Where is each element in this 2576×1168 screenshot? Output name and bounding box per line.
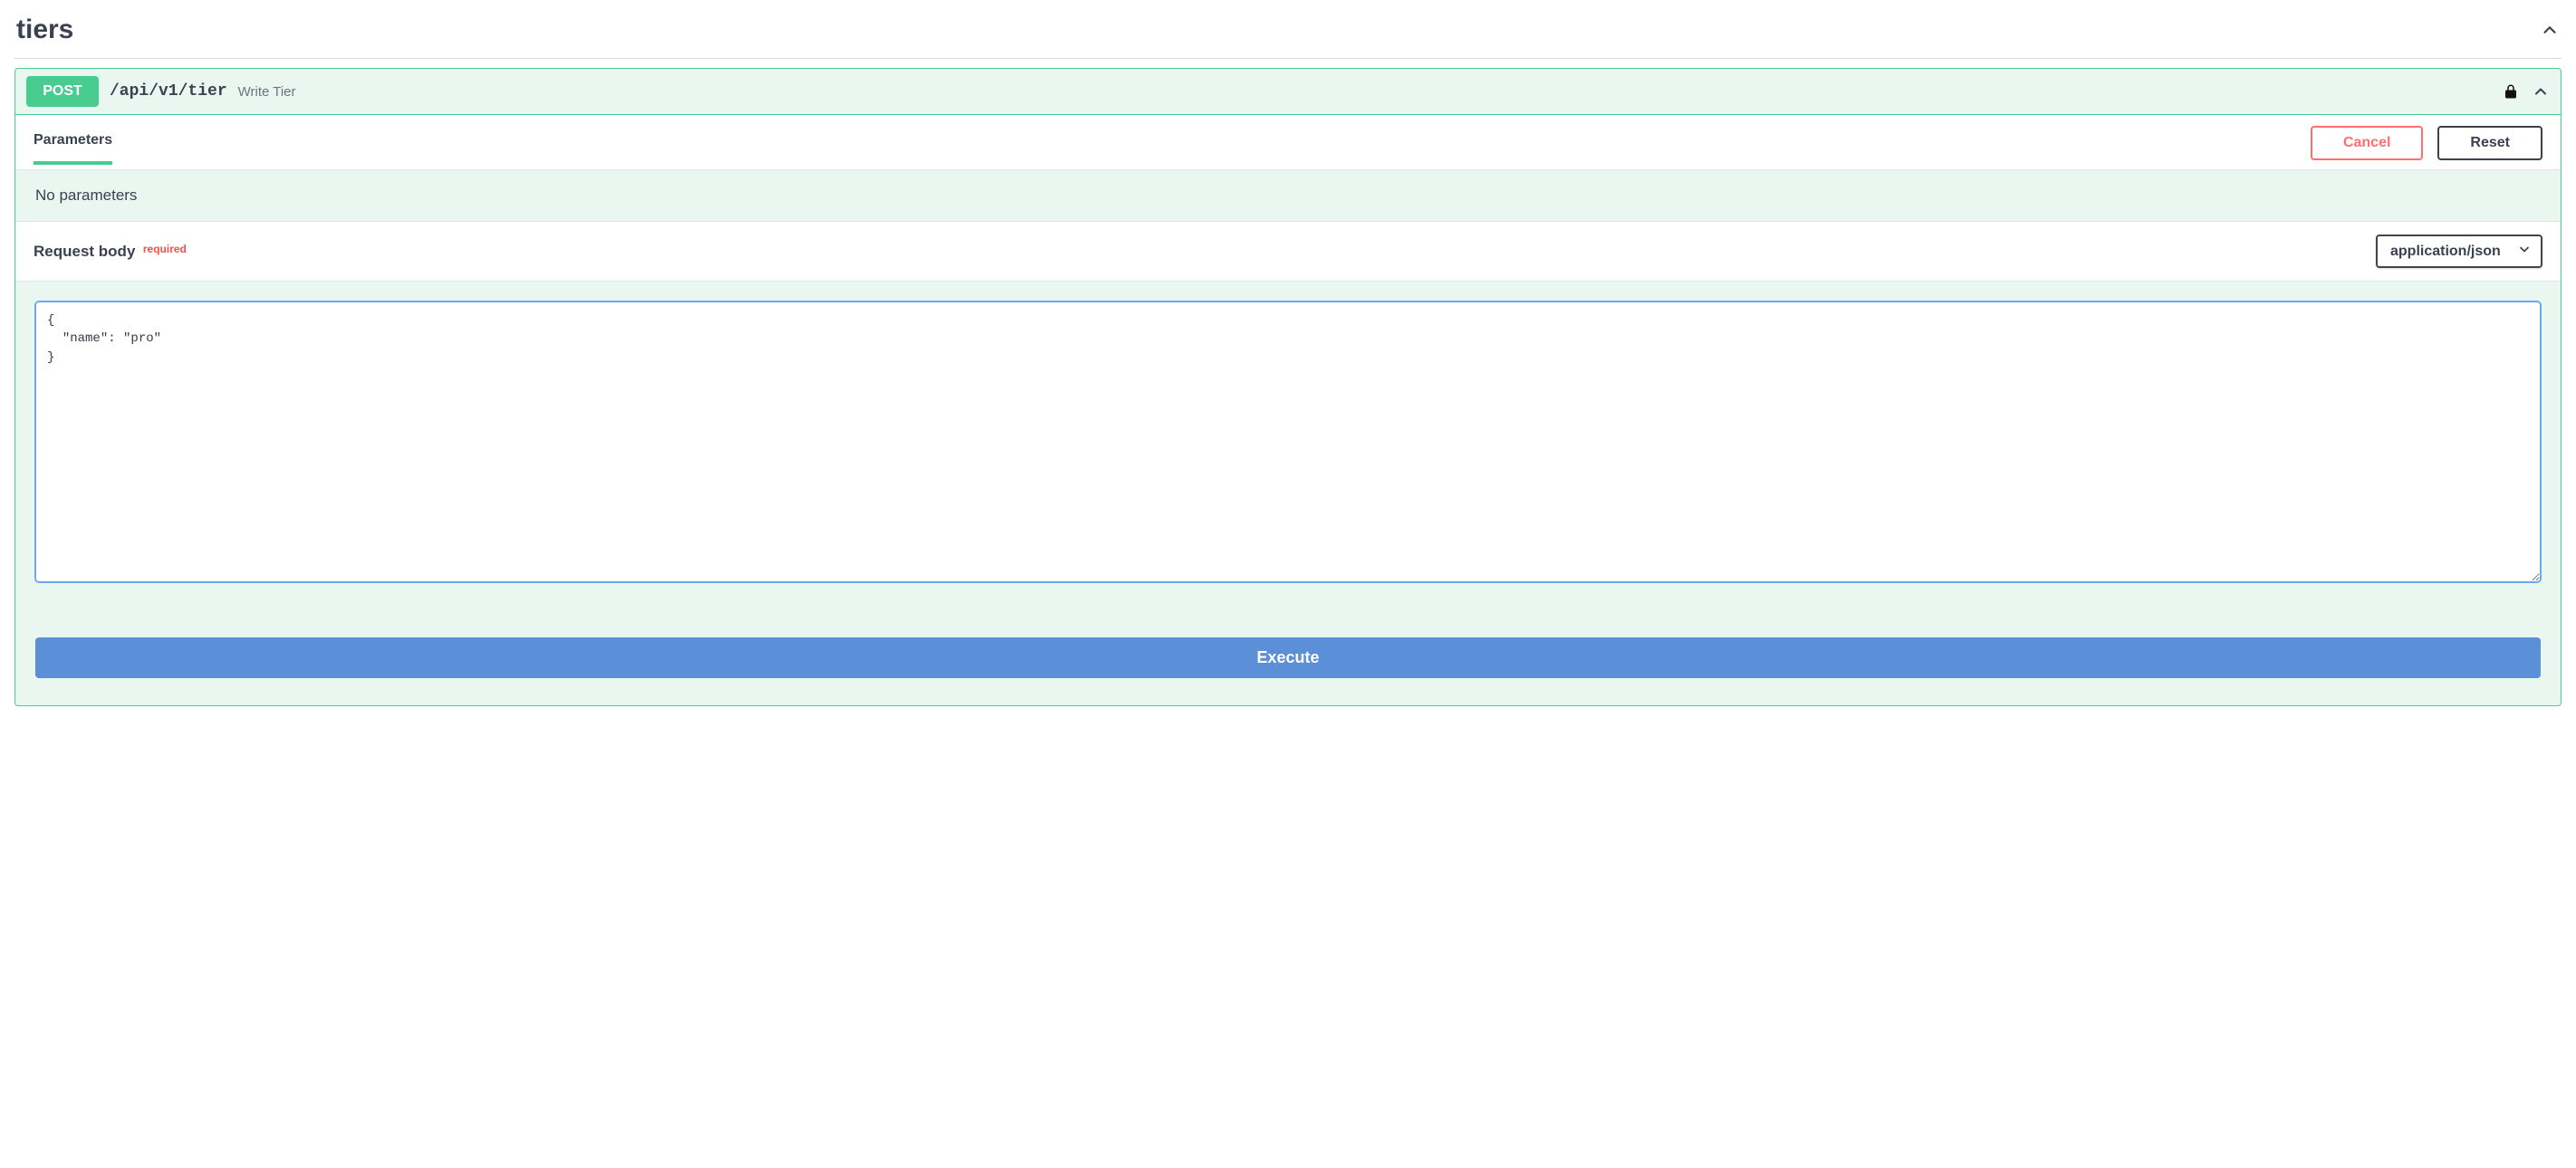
content-type-select[interactable]: application/json xyxy=(2376,235,2542,268)
operation-description: Write Tier xyxy=(238,84,296,100)
request-body-textarea[interactable] xyxy=(35,302,2541,582)
reset-button[interactable]: Reset xyxy=(2437,126,2542,160)
parameters-title: Parameters xyxy=(34,132,112,148)
cancel-button[interactable]: Cancel xyxy=(2311,126,2423,160)
group-header[interactable]: tiers xyxy=(14,9,2562,59)
group-title: tiers xyxy=(16,14,73,45)
chevron-up-icon xyxy=(2540,20,2560,40)
lock-icon[interactable] xyxy=(2503,81,2519,101)
request-body-header: Request body required application/json xyxy=(15,221,2561,282)
request-body-title: Request body xyxy=(34,243,135,260)
execute-button[interactable]: Execute xyxy=(35,637,2541,678)
method-badge: POST xyxy=(26,76,99,107)
operation-block: POST /api/v1/tier Write Tier Parameters … xyxy=(14,68,2562,706)
chevron-up-icon xyxy=(2532,82,2550,101)
no-parameters-message: No parameters xyxy=(15,170,2561,221)
operation-summary[interactable]: POST /api/v1/tier Write Tier xyxy=(15,69,2561,115)
parameters-header: Parameters Cancel Reset xyxy=(15,115,2561,170)
request-body-area: Execute xyxy=(15,282,2561,705)
operation-path: /api/v1/tier xyxy=(110,82,227,101)
request-body-required-label: required xyxy=(143,243,187,255)
